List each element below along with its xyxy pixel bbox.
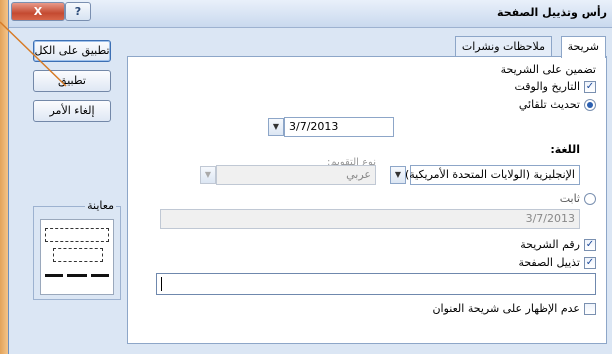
date-format-select[interactable]: 3/7/2013 bbox=[284, 117, 394, 137]
dont-show-on-title-checkbox[interactable] bbox=[584, 303, 596, 315]
footer-checkbox[interactable]: ✓ bbox=[584, 257, 596, 269]
tab-notes-handouts[interactable]: ملاحظات ونشرات bbox=[454, 36, 552, 57]
preview-footer-bar bbox=[67, 274, 87, 277]
dont-show-on-title-label: عدم الإظهار على شريحة العنوان bbox=[432, 302, 580, 315]
apply-button[interactable]: تطبيق bbox=[33, 70, 111, 92]
apply-to-all-button[interactable]: تطبيق على الكل bbox=[33, 40, 111, 62]
fixed-radio[interactable] bbox=[584, 193, 596, 205]
fixed-date-input[interactable]: 3/7/2013 bbox=[160, 209, 580, 229]
preview-page bbox=[40, 219, 114, 295]
preview-title-placeholder bbox=[45, 228, 109, 242]
header-footer-dialog: X ? رأس وتذييل الصفحة شريحة ملاحظات ونشر… bbox=[8, 0, 612, 354]
tab-slide[interactable]: شريحة bbox=[560, 36, 606, 58]
calendar-dropdown-arrow[interactable]: ▼ bbox=[200, 166, 216, 184]
preview-number-bar bbox=[91, 274, 109, 277]
slide-tab-panel: تضمين على الشريحة ✓ التاريخ والوقت تحديث… bbox=[127, 56, 607, 344]
dialog-title: رأس وتذييل الصفحة bbox=[497, 6, 607, 19]
cancel-button[interactable]: إلغاء الأمر bbox=[33, 100, 111, 122]
calendar-type-select[interactable]: عربي bbox=[216, 165, 376, 185]
preview-group: معاينة bbox=[33, 199, 121, 300]
slide-number-checkbox[interactable]: ✓ bbox=[584, 239, 596, 251]
preview-content-placeholder bbox=[53, 248, 103, 262]
slide-number-label: رقم الشريحة bbox=[520, 238, 580, 251]
footer-label: تذييل الصفحة bbox=[518, 256, 580, 269]
language-label: اللغة: bbox=[550, 143, 580, 156]
date-time-label: التاريخ والوقت bbox=[514, 80, 580, 93]
text-cursor bbox=[161, 277, 162, 291]
auto-update-radio[interactable] bbox=[584, 99, 596, 111]
date-format-dropdown-arrow[interactable]: ▼ bbox=[268, 118, 284, 136]
footer-text-input[interactable] bbox=[156, 273, 596, 295]
language-dropdown-arrow[interactable]: ▼ bbox=[390, 166, 406, 184]
close-button[interactable]: X bbox=[11, 2, 65, 21]
language-select[interactable]: الإنجليزية (الولايات المتحدة الأمريكية) bbox=[405, 165, 580, 185]
fixed-label: ثابت bbox=[559, 192, 580, 205]
help-button[interactable]: ? bbox=[65, 2, 91, 21]
preview-date-bar bbox=[45, 274, 63, 277]
auto-update-label: تحديث تلقائي bbox=[518, 98, 580, 111]
title-bar: X ? رأس وتذييل الصفحة bbox=[9, 0, 612, 28]
include-on-slide-heading: تضمين على الشريحة bbox=[500, 63, 596, 76]
date-time-checkbox[interactable]: ✓ bbox=[584, 81, 596, 93]
preview-label: معاينة bbox=[85, 199, 116, 212]
